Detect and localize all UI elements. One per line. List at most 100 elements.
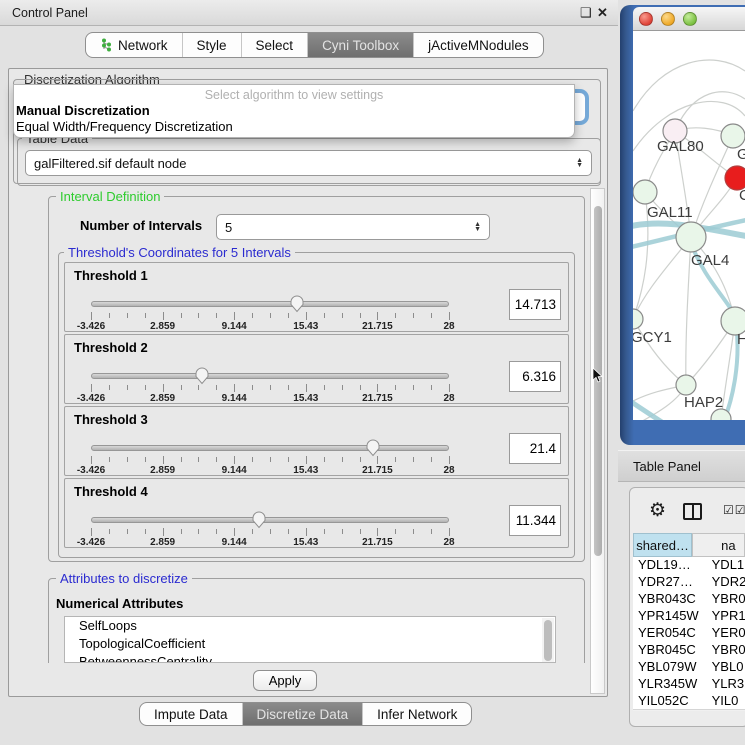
apply-button[interactable]: Apply — [253, 670, 317, 691]
slider-tick-label: 15.43 — [293, 537, 318, 548]
table-row[interactable]: YBR045CYBR0 — [633, 642, 745, 659]
top-tab-bar: NetworkStyleSelectCyni ToolboxjActiveMNo… — [85, 32, 544, 58]
threshold-value-field[interactable]: 21.4 — [509, 433, 561, 464]
slider-thumb[interactable] — [289, 294, 305, 318]
slider-tick — [216, 313, 217, 318]
table-row[interactable]: YBR043CYBR0 — [633, 591, 745, 608]
algorithm-option-equal-width[interactable]: Equal Width/Frequency Discretization — [14, 118, 574, 134]
slider-tick-label: 15.43 — [293, 393, 318, 404]
attribute-list-item[interactable]: BetweennessCentrality — [65, 653, 555, 663]
tab-discretize-data[interactable]: Discretize Data — [243, 703, 364, 725]
slider-tick — [109, 529, 110, 534]
slider-tick — [181, 313, 182, 318]
panel-scrollbar[interactable] — [590, 188, 605, 694]
slider-tick — [163, 528, 164, 536]
slider-tick — [324, 385, 325, 390]
threshold-slider[interactable] — [91, 301, 449, 307]
table-row[interactable]: YBL079WYBL0 — [633, 659, 745, 676]
slider-thumb[interactable] — [251, 510, 267, 534]
slider-tick — [306, 312, 307, 320]
table-row[interactable]: YLR345WYLR3 — [633, 676, 745, 693]
network-window-titlebar — [633, 7, 745, 31]
slider-tick — [449, 528, 450, 536]
cell-name: YDL1 — [707, 557, 745, 574]
slider-tick — [270, 313, 271, 318]
slider-tick — [413, 385, 414, 390]
slider-tick — [377, 312, 378, 320]
slider-tick — [216, 457, 217, 462]
slider-tick-label: 9.144 — [222, 321, 247, 332]
algorithm-option-manual[interactable]: Manual Discretization — [14, 102, 574, 118]
slider-tick — [198, 529, 199, 534]
slider-tick — [413, 457, 414, 462]
slider-tick — [234, 312, 235, 320]
attributes-to-discretize-label: Attributes to discretize — [56, 571, 192, 586]
column-header-name[interactable]: na — [692, 533, 745, 557]
numerical-attributes-list[interactable]: SelfLoopsTopologicalCoefficientBetweenne… — [64, 616, 556, 663]
threshold-value-field[interactable]: 6.316 — [509, 361, 561, 392]
minimize-traffic-light-icon[interactable] — [661, 12, 675, 26]
slider-tick — [163, 384, 164, 392]
checkbox-columns-icon[interactable]: ☑☑ — [723, 503, 745, 517]
table-hscrollbar[interactable] — [633, 709, 745, 711]
column-layout-icon[interactable] — [683, 503, 702, 520]
threshold-value-field[interactable]: 11.344 — [509, 505, 561, 536]
slider-tick — [91, 384, 92, 392]
cell-name: YIL0 — [707, 693, 745, 710]
network-view[interactable]: GAL80GACGAL11GAL4GCY1HHAP2 — [633, 31, 745, 420]
mouse-cursor — [592, 368, 604, 384]
slider-tick — [234, 456, 235, 464]
float-window-icon[interactable]: ❑ — [580, 5, 592, 21]
zoom-traffic-light-icon[interactable] — [683, 12, 697, 26]
slider-thumb[interactable] — [365, 438, 381, 462]
table-row[interactable]: YDR27…YDR2 — [633, 574, 745, 591]
close-traffic-light-icon[interactable] — [639, 12, 653, 26]
threshold-slider[interactable] — [91, 445, 449, 451]
slider-thumb[interactable] — [194, 366, 210, 390]
threshold-slider[interactable] — [91, 373, 449, 379]
number-of-intervals-spinner[interactable]: 5 ▲▼ — [216, 214, 490, 240]
slider-tick — [252, 313, 253, 318]
network-node[interactable] — [633, 309, 643, 329]
tab-infer-network[interactable]: Infer Network — [363, 703, 471, 725]
attribute-list-item[interactable]: SelfLoops — [65, 617, 555, 635]
threshold-value-field[interactable]: 14.713 — [509, 289, 561, 320]
column-header-shared-name[interactable]: shared… — [633, 533, 692, 557]
table-row[interactable]: YER054CYER0 — [633, 625, 745, 642]
slider-tick — [324, 457, 325, 462]
slider-tick — [324, 313, 325, 318]
attributes-scrollbar[interactable] — [542, 618, 554, 663]
gear-icon[interactable]: ⚙ — [649, 499, 666, 522]
slider-tick — [342, 313, 343, 318]
table-row[interactable]: YDL19…YDL1 — [633, 557, 745, 574]
table-row[interactable]: YIL052CYIL0 — [633, 693, 745, 710]
network-node[interactable] — [676, 222, 706, 252]
slider-tick — [270, 529, 271, 534]
tab-cyni-toolbox[interactable]: Cyni Toolbox — [308, 33, 414, 57]
close-icon[interactable]: ✕ — [597, 5, 608, 21]
threshold-label: Threshold 2 — [74, 340, 148, 355]
attributes-scrollbar-thumb[interactable] — [544, 620, 552, 661]
threshold-slider[interactable] — [91, 517, 449, 523]
algorithm-hint-option[interactable]: Select algorithm to view settings — [14, 85, 574, 102]
slider-tick — [145, 529, 146, 534]
threshold-label: Threshold 1 — [74, 268, 148, 283]
tab-impute-data[interactable]: Impute Data — [140, 703, 243, 725]
tab-style[interactable]: Style — [183, 33, 242, 57]
slider-tick-label: 21.715 — [362, 321, 393, 332]
table-row[interactable]: YPR145WYPR1 — [633, 608, 745, 625]
network-node[interactable] — [676, 375, 696, 395]
tab-jactivemnodules[interactable]: jActiveMNodules — [414, 33, 543, 57]
network-node[interactable] — [633, 180, 657, 204]
network-node[interactable] — [721, 124, 745, 148]
node-attribute-table[interactable]: shared…na YDL19…YDL1YDR27…YDR2YBR043CYBR… — [633, 533, 745, 711]
slider-tick — [127, 385, 128, 390]
slider-tick — [145, 385, 146, 390]
tab-network[interactable]: Network — [86, 33, 183, 57]
network-node-label: GA — [737, 146, 745, 163]
network-node-label: GCY1 — [633, 329, 672, 346]
tab-select[interactable]: Select — [242, 33, 309, 57]
slider-tick-label: -3.426 — [77, 465, 105, 476]
cell-shared-name: YBR043C — [633, 591, 707, 608]
attribute-list-item[interactable]: TopologicalCoefficient — [65, 635, 555, 653]
